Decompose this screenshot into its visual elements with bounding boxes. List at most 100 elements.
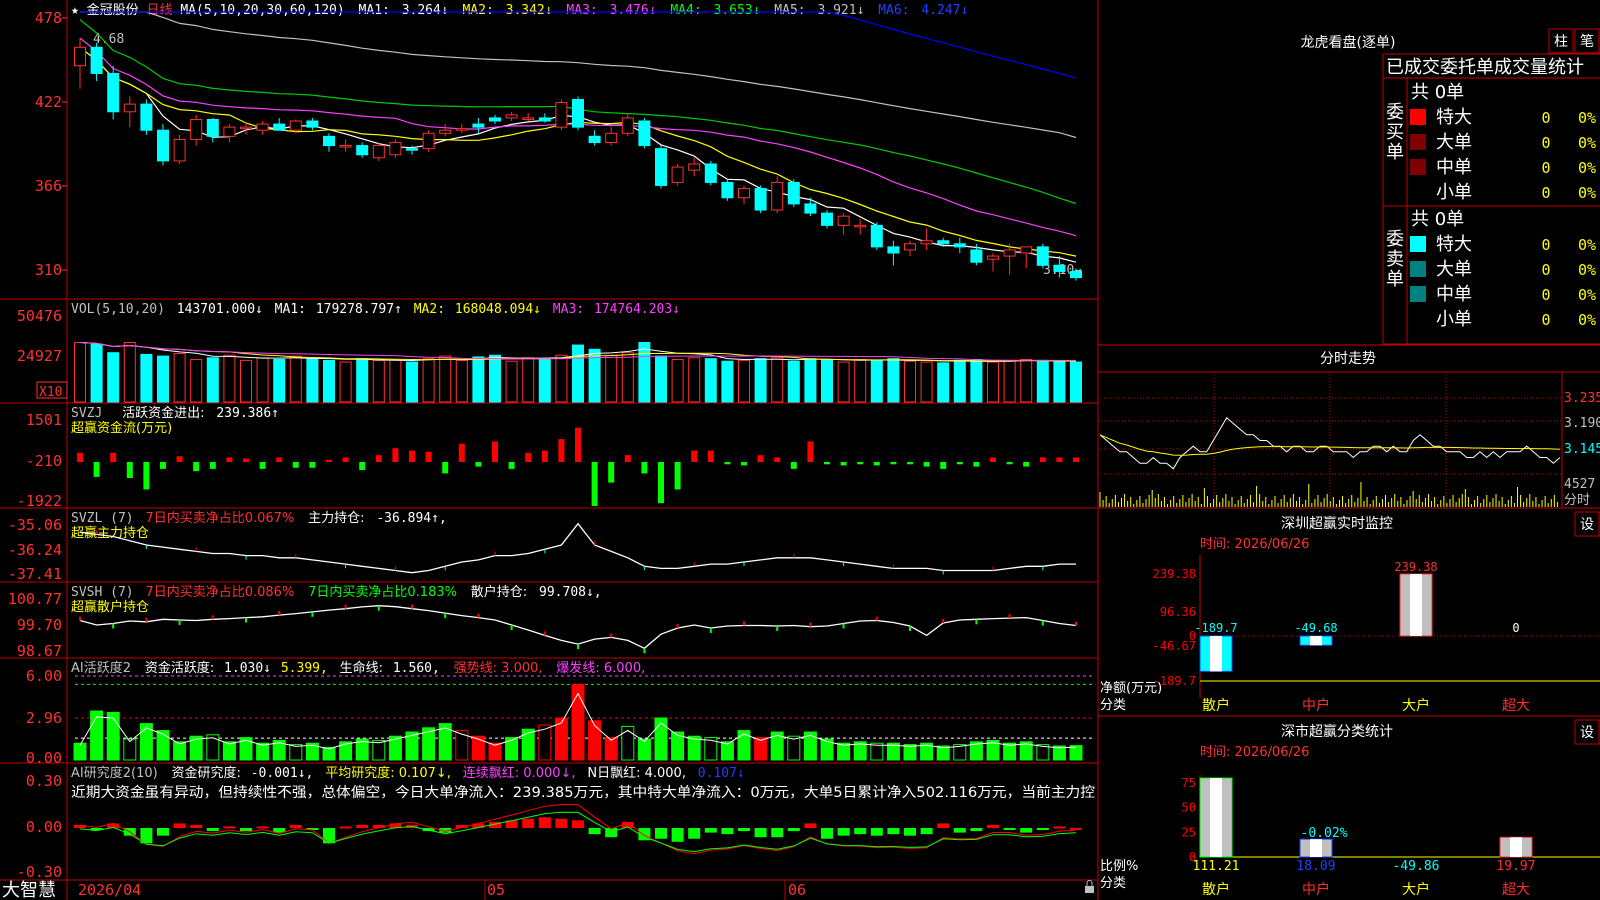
ma4-value: 3.653↓ [714, 3, 761, 18]
volume-bar [904, 360, 916, 403]
volume-bar [223, 354, 236, 403]
volume-bar [538, 359, 551, 403]
lhb-sell-side-char: 委 [1386, 229, 1404, 250]
lhb-row-pct: 0% [1578, 311, 1596, 329]
svzj-bar [591, 462, 598, 506]
volume-bar [289, 355, 302, 403]
candle [887, 246, 900, 254]
research-bar [920, 828, 933, 835]
volume-bar [1003, 360, 1016, 403]
svzj-bar [674, 462, 681, 490]
svzj-bar [160, 462, 166, 469]
candle [688, 163, 701, 171]
ai-bar [189, 735, 203, 761]
research-bar [339, 826, 352, 829]
research-bar [738, 828, 750, 832]
vol-ytick-0: 50476 [17, 307, 62, 325]
candle [821, 212, 833, 226]
svzj-bar [558, 439, 565, 462]
szc-bar-highlight [1310, 839, 1322, 857]
svzj-bar [508, 462, 515, 469]
stock-name[interactable]: 金冠股份 [87, 2, 139, 18]
candle [107, 72, 120, 113]
svzj-bar [707, 450, 714, 462]
lhb-buy-side-char: 委 [1386, 102, 1404, 123]
volume-bar [671, 359, 684, 403]
res-comment: 近期大资金虽有异动，但持续性不强，总体偏空，今日大单净流入：239.385万元，… [71, 784, 1095, 801]
volume-bar [555, 354, 568, 403]
svzj-title: SVZJ [71, 406, 102, 421]
research-bar [206, 828, 219, 832]
candle [173, 138, 186, 162]
lhb-buy-total: 共 0单 [1411, 82, 1464, 103]
svzj-ytick-2: -1922 [17, 492, 62, 510]
volume-bar [356, 358, 369, 403]
volume-bar [123, 342, 136, 403]
candle [1070, 270, 1082, 279]
ai-bar [754, 737, 768, 761]
volume-bar [140, 353, 153, 403]
svzj-bar [973, 462, 980, 467]
svzj-bar [143, 462, 150, 490]
price-header: ★ 金冠股份 日线 MA(5,10,20,30,60,120) MA1: 3.2… [71, 2, 968, 18]
ma5-value: 3.921↓ [817, 3, 864, 18]
candle [621, 117, 634, 134]
research-bar [572, 820, 584, 828]
svzj-ytick-0: 1501 [26, 411, 62, 429]
ai-bar [106, 711, 120, 761]
lock-icon[interactable] [1085, 886, 1094, 893]
szm-ytick-3: -46.67 [1153, 639, 1196, 653]
svsh-subtitle: 超赢散户持仓 [71, 599, 149, 615]
volume-bar [787, 360, 800, 403]
research-bar [588, 828, 601, 835]
candle [422, 132, 435, 150]
candle [671, 166, 684, 183]
volume-bar [389, 359, 402, 403]
szm-cat-label: 散户 [1202, 697, 1230, 714]
volume-bar [406, 361, 418, 403]
ai-bar [1003, 742, 1017, 761]
research-bar [223, 826, 236, 829]
candle [339, 145, 352, 148]
svzj-bar [691, 450, 698, 462]
candle [837, 215, 850, 226]
volume-bar [937, 362, 950, 403]
res-title: AI研究度2(10) [71, 765, 158, 781]
xaxis-label-0: 2026/04 [78, 881, 141, 899]
szm-bar-label: 0 [1512, 621, 1519, 635]
svzj-bar [1056, 457, 1063, 462]
ai-label1: 资金活跃度: [145, 660, 214, 676]
lhb-title: 龙虎看盘(逐单) [1301, 34, 1396, 51]
research-bar [771, 828, 784, 838]
volume-bar [771, 357, 784, 403]
candle [157, 129, 169, 162]
szc-bar-label: 111.21 [1193, 859, 1240, 874]
volume-bar [206, 357, 219, 403]
szc-cat-label: 大户 [1402, 881, 1430, 898]
lhb-sell-total: 共 0单 [1411, 209, 1464, 230]
research-bar [1036, 828, 1049, 830]
ma3-value: 3.476↓ [610, 3, 657, 18]
star-icon: ★ [71, 3, 79, 18]
candle [904, 243, 916, 251]
szc-cat-label: 超大 [1502, 882, 1530, 898]
ai-v3: 1.560, [393, 661, 440, 676]
szm-bar-label: -49.68 [1294, 621, 1337, 635]
research-bar [887, 828, 900, 835]
volume-bar [804, 358, 817, 403]
price-ytick-0: 478 [35, 9, 62, 27]
sz-class-time: 时间: 2026/06/26 [1200, 745, 1309, 760]
svzl-value: -36.894↑, [376, 511, 446, 526]
volume-bar [621, 352, 634, 403]
volume-bar [754, 358, 767, 403]
research-bar [1020, 828, 1033, 833]
svzj-bar [658, 462, 664, 504]
ai-bar [870, 742, 884, 761]
svzl-ytick-2: -37.41 [8, 565, 62, 583]
candle [273, 123, 286, 131]
volume-bar [90, 343, 103, 403]
lhb-row-pct: 0% [1578, 134, 1596, 152]
res-red: 连续飘红: 0.000↓, [463, 765, 576, 781]
fenshi-vol: 4527 [1564, 477, 1595, 492]
sz-monitor-title: 深圳超赢实时监控 [1281, 515, 1393, 532]
